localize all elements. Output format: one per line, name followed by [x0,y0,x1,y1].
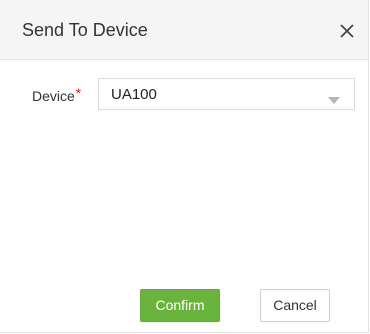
send-to-device-dialog: Send To Device Device* UA100 Confirm Can… [0,0,369,333]
device-label-text: Device [32,88,75,104]
close-icon[interactable] [336,20,358,42]
chevron-down-icon [328,91,340,109]
dialog-header: Send To Device [0,0,368,60]
dialog-title: Send To Device [22,20,148,40]
required-marker: * [75,85,82,101]
confirm-button[interactable]: Confirm [140,289,220,322]
device-field-label: Device* [32,85,82,105]
cancel-button[interactable]: Cancel [260,289,330,322]
device-select-value: UA100 [111,86,157,103]
device-select[interactable]: UA100 [98,78,355,110]
